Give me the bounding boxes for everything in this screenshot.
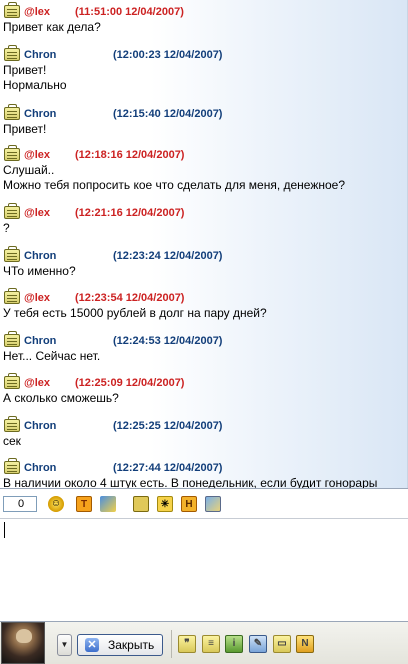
message-timestamp: (12:15:40 12/04/2007): [113, 108, 223, 120]
message-icon: [4, 331, 20, 347]
message-entry: Chron (12:27:44 12/04/2007) В наличии окол…: [0, 458, 407, 488]
chat-log[interactable]: @lex (11:51:00 12/04/2007) Привет как дела…: [0, 0, 408, 488]
message-header: Chron (12:15:40 12/04/2007): [0, 104, 407, 122]
message-entry: @lex (12:25:09 12/04/2007) А сколько сможе…: [0, 373, 407, 406]
message-icon: [4, 246, 20, 262]
close-button[interactable]: ✕ Закрыть: [77, 634, 163, 656]
folder-icon[interactable]: ▭: [273, 635, 291, 653]
message-author[interactable]: Chron: [24, 420, 56, 432]
message-text: А сколько сможешь?: [3, 391, 119, 405]
separator: [171, 630, 172, 658]
message-text: Привет как дела?: [3, 20, 101, 34]
message-entry: Chron (12:25:25 12/04/2007) сек: [0, 416, 407, 449]
message-header: @lex (11:51:00 12/04/2007): [0, 2, 407, 20]
message-timestamp: (12:21:16 12/04/2007): [75, 207, 185, 219]
message-author[interactable]: @lex: [24, 207, 50, 219]
message-text: ?: [3, 221, 10, 235]
chevron-down-icon: ▼: [60, 640, 69, 649]
color-icon[interactable]: [100, 496, 116, 512]
save-icon[interactable]: [133, 496, 149, 512]
message-header: @lex (12:25:09 12/04/2007): [0, 373, 407, 391]
message-icon: [4, 104, 20, 120]
message-text: Можно тебя попросить кое что сделать для…: [3, 178, 346, 192]
message-entry: @lex (11:51:00 12/04/2007) Привет как дела…: [0, 2, 407, 35]
message-icon: [4, 203, 20, 219]
message-author[interactable]: Chron: [24, 335, 56, 347]
message-icon: [4, 458, 20, 474]
message-icon: [4, 145, 20, 161]
message-text: Нет... Сейчас нет.: [3, 349, 101, 363]
font-size-field[interactable]: 0: [3, 496, 37, 512]
close-icon: ✕: [85, 638, 99, 652]
smiley-icon[interactable]: ☺: [48, 496, 64, 512]
message-header: @lex (12:21:16 12/04/2007): [0, 203, 407, 221]
message-text: Привет!: [3, 122, 47, 136]
message-entry: @lex (12:21:16 12/04/2007)?: [0, 203, 407, 236]
message-header: @lex (12:23:54 12/04/2007): [0, 288, 407, 306]
message-header: Chron (12:25:25 12/04/2007): [0, 416, 407, 434]
message-timestamp: (12:23:54 12/04/2007): [75, 292, 185, 304]
message-author[interactable]: Chron: [24, 462, 56, 474]
message-icon[interactable]: ≡: [202, 635, 220, 653]
text-caret: [4, 522, 5, 538]
message-timestamp: (11:51:00 12/04/2007): [75, 6, 184, 18]
message-timestamp: (12:25:09 12/04/2007): [75, 377, 185, 389]
message-author[interactable]: @lex: [24, 377, 50, 389]
avatar[interactable]: [1, 622, 45, 664]
message-icon: [4, 2, 20, 18]
message-header: Chron (12:27:44 12/04/2007): [0, 458, 407, 476]
message-entry: Chron (12:24:53 12/04/2007) Нет... Сейчас …: [0, 331, 407, 364]
message-author[interactable]: @lex: [24, 149, 50, 161]
message-text: В наличии около 4 штук есть. В понедельн…: [3, 476, 378, 488]
quote-icon[interactable]: ❞: [178, 635, 196, 653]
message-icon: [4, 45, 20, 61]
message-text: У тебя есть 15000 рублей в долг на пару …: [3, 306, 267, 320]
text-format-icon[interactable]: T: [76, 496, 92, 512]
message-header: Chron (12:24:53 12/04/2007): [0, 331, 407, 349]
message-text: Нормально: [3, 78, 67, 92]
message-icon: [4, 288, 20, 304]
message-timestamp: (12:25:25 12/04/2007): [113, 420, 223, 432]
bottom-bar: ▼ ✕ Закрыть ❞ ≡ i ✎ ▭ N: [0, 622, 408, 664]
message-entry: Chron (12:15:40 12/04/2007) Привет!: [0, 104, 407, 137]
emoticons-icon[interactable]: ✳: [157, 496, 173, 512]
message-text: Слушай..: [3, 163, 55, 177]
message-header: Chron (12:23:24 12/04/2007): [0, 246, 407, 264]
message-author[interactable]: @lex: [24, 292, 50, 304]
message-timestamp: (12:27:44 12/04/2007): [113, 462, 223, 474]
message-timestamp: (12:18:16 12/04/2007): [75, 149, 185, 161]
history-icon[interactable]: H: [181, 496, 197, 512]
message-timestamp: (12:24:53 12/04/2007): [113, 335, 223, 347]
message-header: Chron (12:00:23 12/04/2007): [0, 45, 407, 63]
message-text: Привет!: [3, 63, 47, 77]
message-icon: [4, 373, 20, 389]
send-file-icon[interactable]: [205, 496, 221, 512]
message-author[interactable]: Chron: [24, 108, 56, 120]
message-entry: @lex (12:23:54 12/04/2007) У тебя есть 150…: [0, 288, 407, 321]
message-timestamp: (12:00:23 12/04/2007): [113, 49, 223, 61]
message-icon: [4, 416, 20, 432]
message-entry: Chron (12:00:23 12/04/2007) Привет! Нормаль…: [0, 45, 407, 93]
message-text: ЧТо именно?: [3, 264, 76, 278]
message-input[interactable]: [0, 518, 408, 622]
message-toolbar: 0 ☺ T ✳ H: [0, 488, 408, 518]
message-entry: @lex (12:18:16 12/04/2007) Слушай.. Можно т…: [0, 145, 407, 193]
settings-icon[interactable]: ✎: [249, 635, 267, 653]
close-button-label: Закрыть: [108, 638, 155, 652]
message-text: сек: [3, 434, 21, 448]
message-author[interactable]: Chron: [24, 49, 56, 61]
message-timestamp: (12:23:24 12/04/2007): [113, 250, 223, 262]
message-author[interactable]: Chron: [24, 250, 56, 262]
menu-dropdown-button[interactable]: ▼: [57, 634, 72, 656]
notify-icon[interactable]: N: [296, 635, 314, 653]
message-author[interactable]: @lex: [24, 6, 50, 18]
message-entry: Chron (12:23:24 12/04/2007) ЧТо именно?: [0, 246, 407, 279]
message-header: @lex (12:18:16 12/04/2007): [0, 145, 407, 163]
info-icon[interactable]: i: [225, 635, 243, 653]
